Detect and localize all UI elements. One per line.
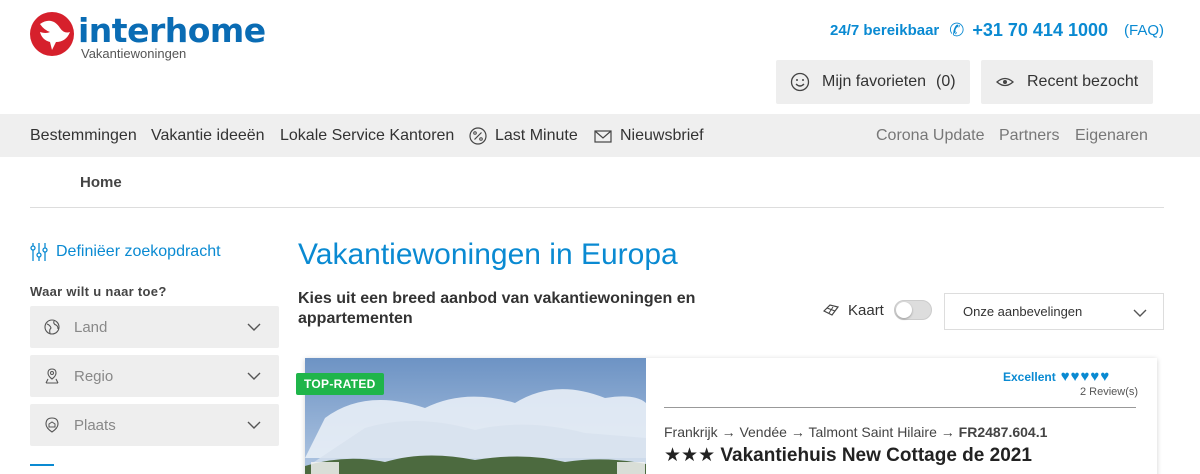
favorites-button[interactable]: Mijn favorieten (0) (776, 60, 970, 104)
heart-icon: ♥ (1060, 368, 1070, 385)
breadcrumb-home[interactable]: Home (80, 174, 122, 191)
logo[interactable]: interhome Vakantiewoningen (30, 12, 266, 60)
recent-label: Recent bezocht (1027, 73, 1139, 90)
logo-bird-icon (30, 12, 74, 56)
smiley-icon (790, 72, 810, 92)
globe-icon (44, 319, 60, 335)
rating-hearts: ♥ ♥ ♥ ♥ ♥ (1060, 369, 1110, 384)
location-path: Frankrijk → Vendée → Talmont Saint Hilai… (664, 424, 1047, 440)
nav-item-partners[interactable]: Partners (999, 114, 1059, 157)
country-select[interactable]: Land (30, 306, 279, 348)
header: interhome Vakantiewoningen 24/7 bereikba… (0, 0, 1200, 113)
map-pin-icon (45, 368, 59, 384)
favorites-label: Mijn favorieten (822, 73, 927, 90)
path-place[interactable]: Talmont Saint Hilaire (808, 424, 936, 440)
listing-code: FR2487.604.1 (958, 424, 1048, 440)
define-search-link[interactable]: Definiëer zoekopdracht (30, 242, 221, 262)
sort-select-value: Onze aanbevelingen (963, 304, 1083, 319)
eye-icon (996, 77, 1014, 87)
heart-icon: ♥ (1080, 368, 1090, 385)
heart-icon: ♥ (1100, 368, 1110, 385)
country-select-value: Land (74, 318, 108, 336)
listing-stars: ★★★ (664, 445, 716, 466)
map-icon (822, 304, 840, 316)
page-title: Vakantiewoningen in Europa (298, 238, 678, 271)
availability-text: 24/7 bereikbaar (830, 22, 940, 39)
percent-icon (469, 126, 487, 145)
logo-wordmark: interhome (78, 11, 266, 50)
heart-icon: ♥ (1070, 368, 1080, 385)
nav-item-eigenaren[interactable]: Eigenaren (1075, 114, 1148, 157)
contact-info: 24/7 bereikbaar ✆ +31 70 414 1000 (FAQ) (830, 20, 1164, 41)
sort-select[interactable]: Onze aanbevelingen (944, 293, 1164, 330)
location-icon (45, 417, 59, 433)
nav-item-service-kantoren[interactable]: Lokale Service Kantoren (280, 114, 454, 157)
chevron-down-icon (247, 421, 261, 429)
map-toggle[interactable]: Kaart (822, 300, 932, 320)
nav-item-bestemmingen[interactable]: Bestemmingen (30, 114, 137, 157)
arrow-right-icon: → (721, 424, 736, 440)
path-region[interactable]: Vendée (739, 424, 787, 440)
top-rated-badge: TOP-RATED (296, 373, 384, 395)
main-nav: Bestemmingen Vakantie ideeën Lokale Serv… (0, 114, 1200, 157)
define-search-label: Definiëer zoekopdracht (56, 243, 221, 260)
map-switch[interactable] (893, 300, 932, 320)
heart-icon: ♥ (1090, 368, 1100, 385)
nav-item-corona-update[interactable]: Corona Update (876, 114, 985, 157)
chevron-down-icon (247, 323, 261, 331)
rating: Excellent ♥ ♥ ♥ ♥ ♥ (1003, 369, 1109, 384)
envelope-icon (594, 129, 612, 143)
map-label: Kaart (848, 301, 884, 319)
nav-item-vakantie-ideeen[interactable]: Vakantie ideeën (151, 114, 265, 157)
review-count[interactable]: 2 Review(s) (1080, 386, 1138, 398)
favorites-count: (0) (936, 73, 956, 90)
card-divider (664, 407, 1136, 408)
nav-item-nieuwsbrief[interactable]: Nieuwsbrief (594, 114, 704, 157)
phone-icon: ✆ (949, 20, 965, 40)
listing-title[interactable]: ★★★ Vakantiehuis New Cottage de 2021 (664, 444, 1032, 467)
place-select-value: Plaats (74, 416, 116, 434)
listing-title-text: Vakantiehuis New Cottage de 2021 (720, 445, 1032, 466)
recent-viewed-button[interactable]: Recent bezocht (981, 60, 1153, 104)
arrow-right-icon: → (790, 424, 805, 440)
path-country[interactable]: Frankrijk (664, 424, 718, 440)
sidebar-accent-line (30, 464, 54, 466)
region-select[interactable]: Regio (30, 355, 279, 397)
nav-last-minute-label: Last Minute (495, 126, 578, 144)
region-select-value: Regio (74, 367, 114, 385)
chevron-down-icon (1133, 309, 1147, 317)
nav-nieuwsbrief-label: Nieuwsbrief (620, 126, 704, 144)
divider (30, 207, 1164, 208)
chevron-down-icon (247, 372, 261, 380)
faq-link[interactable]: (FAQ) (1124, 22, 1164, 39)
phone-link[interactable]: +31 70 414 1000 (972, 20, 1108, 41)
page-subtitle: Kies uit een breed aanbod van vakantiewo… (298, 290, 696, 327)
rating-label: Excellent (1003, 369, 1056, 384)
arrow-right-icon: → (940, 424, 955, 440)
where-label: Waar wilt u naar toe? (30, 284, 167, 299)
sliders-icon (30, 243, 48, 261)
place-select[interactable]: Plaats (30, 404, 279, 446)
nav-item-last-minute[interactable]: Last Minute (469, 114, 578, 157)
